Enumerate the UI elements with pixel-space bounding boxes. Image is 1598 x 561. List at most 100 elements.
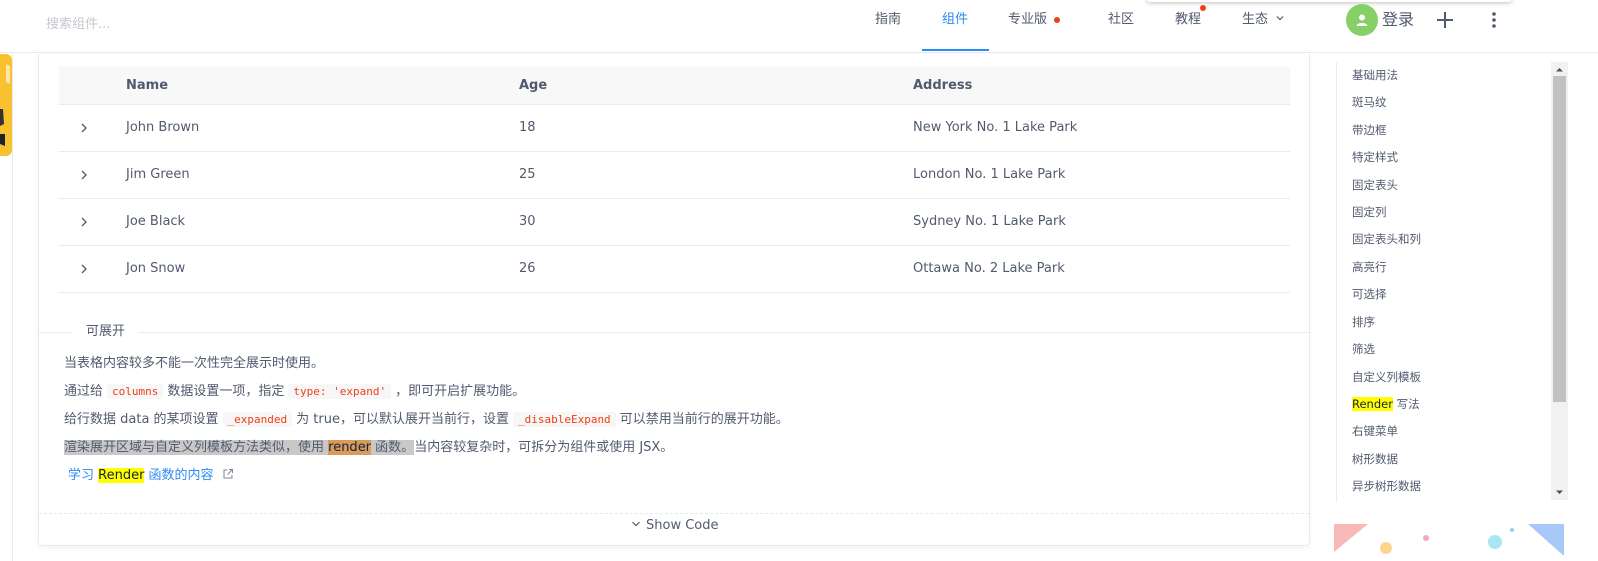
anchor-link[interactable]: 特定样式 (1352, 148, 1398, 166)
anchor-nav: 基础用法 斑马纹 带边框 特定样式 固定表头 固定列 固定表头和列 高亮行 可选… (1336, 62, 1536, 502)
nav-components[interactable]: 组件 (942, 0, 968, 52)
show-code-label: Show Code (646, 518, 719, 533)
anchor-link[interactable]: 异步树形数据 (1352, 477, 1421, 495)
table-header: Name Age Address (59, 67, 1290, 105)
nav-pro-dot (1054, 17, 1060, 23)
anchor-link[interactable]: 高亮行 (1352, 258, 1387, 276)
show-code-button[interactable]: Show Code (630, 516, 719, 536)
nav-tutorial-dot (1200, 5, 1206, 11)
cell-address: Ottawa No. 2 Lake Park (913, 261, 1065, 276)
scroll-up-icon[interactable] (1554, 64, 1565, 75)
nav-ecosystem[interactable]: 生态 (1242, 0, 1285, 52)
description-paragraph: 渲染展开区域与自定义列模板方法类似，使用 render 函数。当内容较复杂时，可… (64, 437, 673, 459)
user-icon (1356, 14, 1368, 26)
cell-address: London No. 1 Lake Park (913, 167, 1066, 182)
link-text: 学习 (68, 468, 99, 483)
inline-code: columns (107, 384, 164, 399)
column-header-age: Age (519, 78, 548, 93)
external-link-icon (223, 469, 233, 479)
search-highlight: Render (98, 468, 145, 483)
section-divider (39, 332, 1309, 333)
plus-icon[interactable] (1434, 6, 1456, 32)
section-title: 可展开 (72, 322, 140, 342)
table-row: Joe Black 30 Sydney No. 1 Lake Park (59, 199, 1290, 246)
search-highlight: Render (1352, 397, 1393, 411)
login-link[interactable]: 登录 (1382, 8, 1414, 32)
table-row: Jon Snow 26 Ottawa No. 2 Lake Park (59, 246, 1290, 293)
text-fragment: 通过给 (64, 384, 104, 399)
chevron-down-icon (1276, 16, 1284, 21)
nav-community[interactable]: 社区 (1108, 0, 1134, 52)
table-row: Jim Green 25 London No. 1 Lake Park (59, 152, 1290, 199)
code-divider (39, 513, 1309, 514)
text-fragment: 为 true，可以默认展开当前行，设置 (296, 412, 509, 427)
chevron-down-icon (632, 521, 640, 527)
anchor-link[interactable]: 自定义列模板 (1352, 368, 1421, 386)
cell-address: New York No. 1 Lake Park (913, 120, 1078, 135)
cell-age: 30 (519, 214, 536, 229)
text-fragment: 可以禁用当前行的展开功能。 (619, 412, 789, 427)
link-text: 函数的内容 (144, 468, 214, 483)
top-header: 指南 组件 专业版 社区 教程 生态 登录 (0, 0, 1598, 53)
cell-age: 18 (519, 120, 536, 135)
anchor-link[interactable]: 树形数据 (1352, 450, 1398, 468)
left-divider (12, 54, 13, 561)
chevron-right-icon[interactable] (77, 121, 91, 135)
text-fragment: 给行数据 data 的某项设置 (64, 412, 219, 427)
scroll-down-icon[interactable] (1554, 487, 1565, 498)
text-fragment: 数据设置一项，指定 (167, 384, 285, 399)
anchor-link[interactable]: 右键菜单 (1352, 422, 1398, 440)
inline-code: _expanded (222, 412, 293, 427)
cell-name: Joe Black (126, 214, 186, 229)
table-row: John Brown 18 New York No. 1 Lake Park (59, 105, 1290, 152)
cell-name: Jim Green (126, 167, 190, 182)
chevron-right-icon[interactable] (77, 215, 91, 229)
column-header-name: Name (126, 78, 169, 93)
text-fragment: 函数。 (371, 440, 415, 455)
anchor-label: 写法 (1396, 397, 1420, 411)
inline-code: type: 'expand' (288, 384, 392, 399)
decorative-shapes (1334, 524, 1564, 556)
data-table: Name Age Address John Brown 18 New York … (59, 67, 1290, 293)
cell-name: Jon Snow (126, 261, 186, 276)
search-input[interactable] (36, 8, 276, 40)
anchor-link[interactable]: 固定表头 (1352, 176, 1398, 194)
anchor-link[interactable]: 固定表头和列 (1352, 230, 1421, 248)
cell-age: 26 (519, 261, 536, 276)
nav-ecosystem-label: 生态 (1242, 12, 1269, 27)
description-paragraph: 通过给 columns 数据设置一项，指定 type: 'expand' ，即可开启扩展… (64, 381, 525, 403)
chevron-right-icon[interactable] (77, 262, 91, 276)
cell-address: Sydney No. 1 Lake Park (913, 214, 1066, 229)
anchor-link[interactable]: Render 写法 (1352, 395, 1420, 413)
chevron-right-icon[interactable] (77, 168, 91, 182)
anchor-link[interactable]: 带边框 (1352, 121, 1387, 139)
nav-pro[interactable]: 专业版 (1008, 0, 1047, 52)
anchor-link[interactable]: 筛选 (1352, 340, 1375, 358)
column-header-address: Address (913, 78, 973, 93)
learn-render-link[interactable]: 学习 Render 函数的内容 (68, 466, 234, 486)
selected-text: 渲染展开区域与自定义列模板方法类似，使用 render 函数。 (64, 440, 415, 455)
scroll-thumb[interactable] (1553, 76, 1566, 402)
avatar[interactable] (1346, 4, 1378, 36)
more-vertical-icon[interactable] (1484, 6, 1504, 32)
active-nav-underline (922, 49, 989, 51)
mascot-figure-icon (0, 64, 10, 146)
description-paragraph: 当表格内容较多不能一次性完全展示时使用。 (64, 356, 325, 371)
inline-code: _disableExpand (512, 412, 616, 427)
left-sidebar-decoration (0, 54, 12, 156)
anchor-link[interactable]: 排序 (1352, 313, 1375, 331)
cell-age: 25 (519, 167, 536, 182)
anchor-link[interactable]: 斑马纹 (1352, 93, 1387, 111)
nav-guide[interactable]: 指南 (875, 0, 901, 52)
text-fragment: 当内容较复杂时，可拆分为组件或使用 JSX。 (414, 440, 674, 455)
anchor-scrollbar[interactable] (1551, 62, 1568, 500)
description-paragraph: 给行数据 data 的某项设置 _expanded 为 true，可以默认展开当前行… (64, 409, 789, 431)
anchor-link[interactable]: 固定列 (1352, 203, 1387, 221)
anchor-link[interactable]: 可选择 (1352, 285, 1387, 303)
search-highlight: render (328, 440, 372, 455)
cell-name: John Brown (126, 120, 200, 135)
text-fragment: ，即可开启扩展功能。 (395, 384, 526, 399)
anchor-link[interactable]: 基础用法 (1352, 66, 1398, 84)
nav-tutorial[interactable]: 教程 (1175, 0, 1201, 52)
text-fragment: 渲染展开区域与自定义列模板方法类似，使用 (64, 440, 329, 455)
